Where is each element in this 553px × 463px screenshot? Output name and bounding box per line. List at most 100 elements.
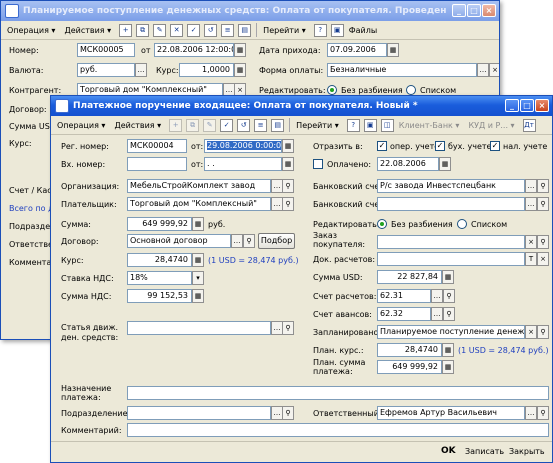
calendar-icon[interactable]: ▦: [439, 157, 451, 171]
reg-date-field[interactable]: 29.08.2006 0:00:00: [204, 139, 282, 153]
bank-acc-field[interactable]: Р/с завода Инвестспецбанк: [377, 179, 525, 193]
files-menu[interactable]: Файлы: [346, 25, 380, 36]
calc-icon[interactable]: ▦: [192, 253, 204, 267]
clear-icon[interactable]: ×: [525, 235, 537, 249]
maximize-icon[interactable]: □: [467, 4, 481, 17]
files-icon[interactable]: ▣: [330, 23, 344, 37]
unpost-icon[interactable]: ↺: [237, 118, 251, 132]
purpose-field[interactable]: [127, 386, 549, 400]
vat-sum-field[interactable]: 99 152,53: [127, 289, 192, 303]
settle-doc-field[interactable]: [377, 252, 525, 266]
select-icon[interactable]: …: [431, 289, 443, 303]
oper-acc-checkbox[interactable]: ✓: [377, 141, 387, 151]
add-icon[interactable]: +: [119, 23, 133, 37]
edit-icon[interactable]: ✎: [153, 23, 167, 37]
actions-menu[interactable]: Действия ▾: [111, 120, 164, 131]
division-field[interactable]: [127, 406, 271, 420]
plan-sum-field[interactable]: 649 999,92: [377, 360, 442, 374]
unpost-icon[interactable]: ↺: [204, 23, 218, 37]
calc-icon[interactable]: ▦: [192, 217, 204, 231]
by-list-radio[interactable]: [457, 219, 467, 229]
close-icon[interactable]: ×: [535, 99, 549, 112]
search-icon[interactable]: ⚲: [443, 289, 455, 303]
clear-icon[interactable]: ×: [489, 63, 499, 77]
tax-acc-checkbox[interactable]: ✓: [490, 141, 500, 151]
calc-icon[interactable]: ▦: [442, 360, 454, 374]
rate-field[interactable]: 1,0000: [179, 63, 234, 77]
journal-icon[interactable]: ≡: [254, 118, 268, 132]
select-icon[interactable]: …: [231, 234, 243, 248]
front-window-titlebar[interactable]: Платежное поручение входящее: Оплата от …: [51, 96, 552, 116]
select-icon[interactable]: …: [525, 406, 537, 420]
kudir-menu[interactable]: КУД и Р... ▾: [465, 120, 517, 131]
in-date-field[interactable]: . .: [204, 157, 282, 171]
search-icon[interactable]: ⚲: [282, 406, 294, 420]
add-icon[interactable]: +: [169, 118, 183, 132]
help-icon[interactable]: ?: [346, 118, 360, 132]
no-breakdown-radio[interactable]: [377, 219, 387, 229]
responsible-field[interactable]: Ефремов Артур Васильевич: [377, 406, 525, 420]
org-field[interactable]: МебельСтройКомплект завод: [127, 179, 271, 193]
settle-acc-field[interactable]: 62.31: [377, 289, 431, 303]
actions-menu[interactable]: Действия ▾: [61, 25, 114, 36]
preview-icon[interactable]: ◫: [380, 118, 394, 132]
search-icon[interactable]: ⚲: [537, 179, 549, 193]
search-icon[interactable]: ⚲: [282, 179, 294, 193]
select-icon[interactable]: …: [431, 307, 443, 321]
payer-field[interactable]: Торговый дом "Комплексный": [127, 197, 271, 211]
payer-bank-acc-field[interactable]: [377, 197, 525, 211]
journal-icon[interactable]: ≡: [221, 23, 235, 37]
select-icon[interactable]: …: [525, 179, 537, 193]
select-icon[interactable]: …: [135, 63, 147, 77]
dt-kt-icon[interactable]: Дт: [522, 118, 536, 132]
client-bank-menu[interactable]: Клиент-Банк ▾: [396, 120, 463, 131]
search-icon[interactable]: ⚲: [443, 307, 455, 321]
in-number-field[interactable]: [127, 157, 187, 171]
structure-icon[interactable]: ▤: [238, 23, 252, 37]
sum-field[interactable]: 649 999,92: [127, 217, 192, 231]
calendar-icon[interactable]: ▦: [387, 43, 399, 57]
back-window-titlebar[interactable]: Планируемое поступление денежных средств…: [1, 1, 499, 21]
goto-menu[interactable]: Перейти ▾: [293, 120, 342, 131]
goto-menu[interactable]: Перейти ▾: [260, 25, 309, 36]
search-icon[interactable]: ⚲: [537, 325, 549, 339]
close-icon[interactable]: ×: [482, 4, 496, 17]
print-icon[interactable]: ▣: [363, 118, 377, 132]
rate-field[interactable]: 28,4740: [127, 253, 192, 267]
arrival-date-field[interactable]: 07.09.2006: [327, 43, 387, 57]
operation-menu[interactable]: Операция ▾: [54, 120, 108, 131]
operation-menu[interactable]: Операция ▾: [4, 25, 58, 36]
contract-field[interactable]: Основной договор: [127, 234, 231, 248]
help-icon[interactable]: ?: [313, 23, 327, 37]
planned-field[interactable]: Планируемое поступление денеж: [377, 325, 525, 339]
paid-checkbox[interactable]: [313, 159, 323, 169]
select-icon[interactable]: …: [525, 197, 537, 211]
copy-icon[interactable]: ⧉: [136, 23, 150, 37]
calc-icon[interactable]: ▦: [442, 343, 454, 357]
type-icon[interactable]: T: [525, 252, 537, 266]
order-field[interactable]: [377, 235, 525, 249]
comment-field[interactable]: [127, 423, 549, 437]
search-icon[interactable]: ⚲: [282, 321, 294, 335]
clear-icon[interactable]: ×: [525, 325, 537, 339]
close-button[interactable]: Закрыть: [509, 447, 545, 456]
minimize-icon[interactable]: _: [452, 4, 466, 17]
sum-usd-field[interactable]: 22 827,84: [377, 270, 442, 284]
select-icon[interactable]: …: [477, 63, 489, 77]
paid-date-field[interactable]: 22.08.2006: [377, 157, 439, 171]
currency-field[interactable]: руб.: [77, 63, 135, 77]
vat-rate-field[interactable]: 18%: [127, 271, 192, 285]
date-field[interactable]: 22.08.2006 12:00:00: [154, 43, 234, 57]
calendar-icon[interactable]: ▦: [234, 43, 246, 57]
number-field[interactable]: МСК00005: [77, 43, 135, 57]
search-icon[interactable]: ⚲: [282, 197, 294, 211]
edit-icon[interactable]: ✎: [203, 118, 217, 132]
calendar-icon[interactable]: ▦: [282, 157, 294, 171]
payment-form-field[interactable]: Безналичные: [327, 63, 477, 77]
structure-icon[interactable]: ▤: [271, 118, 285, 132]
plan-rate-field[interactable]: 28,4740: [377, 343, 442, 357]
search-icon[interactable]: ⚲: [243, 234, 255, 248]
clear-icon[interactable]: ×: [537, 252, 549, 266]
advance-acc-field[interactable]: 62.32: [377, 307, 431, 321]
buh-acc-checkbox[interactable]: ✓: [435, 141, 445, 151]
